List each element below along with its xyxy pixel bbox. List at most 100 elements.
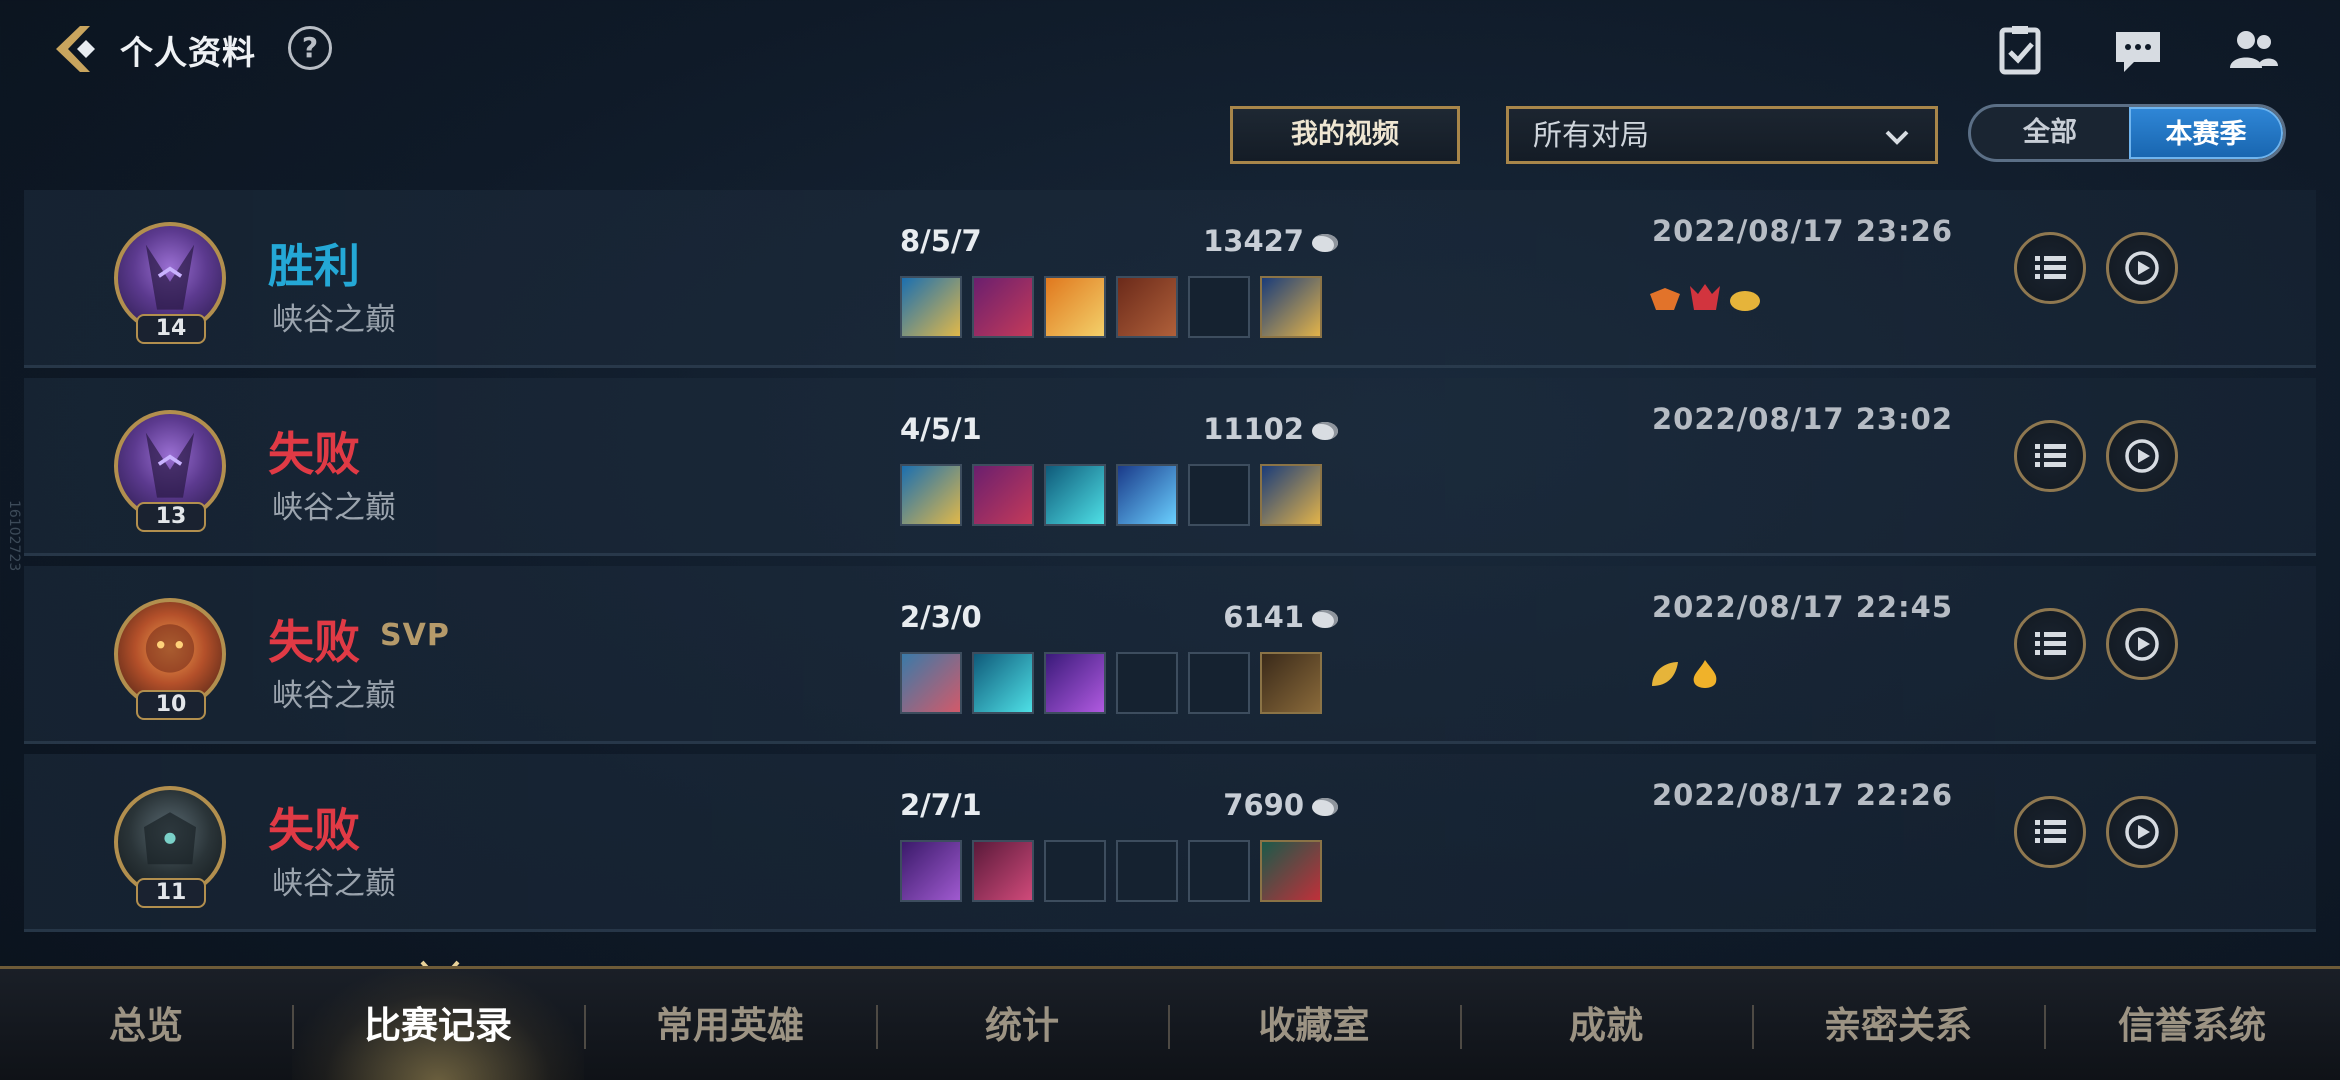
coin-icon [1312, 610, 1338, 628]
item-icon[interactable] [1044, 464, 1106, 526]
item-icon[interactable] [900, 840, 962, 902]
game-mode: 峡谷之巅 [272, 490, 396, 526]
item-icon[interactable] [972, 652, 1034, 714]
gold-value: 7690 [1223, 788, 1304, 822]
gold-value: 6141 [1223, 600, 1304, 634]
help-icon[interactable]: ? [288, 26, 332, 70]
match-result: 失败 [268, 803, 360, 857]
segment-all[interactable]: 全部 [1971, 107, 2129, 159]
replay-button[interactable] [2106, 796, 2178, 868]
item-icon[interactable] [1116, 276, 1178, 338]
gold-value: 11102 [1203, 412, 1304, 446]
kda-score: 8/5/7 [900, 224, 982, 258]
tab-common-heroes[interactable]: 常用英雄 [584, 969, 876, 1080]
tab-match-history[interactable]: 比赛记录 [292, 969, 584, 1080]
trinket-icon[interactable] [1260, 276, 1322, 338]
side-id-text: 16102723 [6, 500, 22, 572]
match-row[interactable]: 13 失败 峡谷之巅 4/5/1 11102 2022/08/17 23:02 [24, 378, 2316, 556]
match-list: 14 胜利 峡谷之巅 8/5/7 13427 2022/08/17 23:26 [24, 190, 2316, 932]
game-mode: 峡谷之巅 [272, 678, 396, 714]
empty-item-slot [1188, 276, 1250, 338]
item-icon[interactable] [1044, 652, 1106, 714]
game-mode: 峡谷之巅 [272, 866, 396, 902]
checklist-icon[interactable] [1992, 22, 2048, 78]
match-filter-select[interactable]: 所有对局 [1506, 106, 1938, 164]
hero-level-badge: 14 [136, 314, 206, 344]
kda-score: 2/7/1 [900, 788, 982, 822]
tab-overview[interactable]: 总览 [0, 969, 292, 1080]
list-icon [2035, 256, 2066, 279]
kda-score: 2/3/0 [900, 600, 982, 634]
gold-earned: 7690 [1158, 788, 1338, 822]
replay-icon [2125, 439, 2159, 473]
match-datetime: 2022/08/17 23:26 [1652, 214, 1954, 248]
back-arrow-icon[interactable] [46, 18, 108, 80]
replay-button[interactable] [2106, 420, 2178, 492]
tab-relationships[interactable]: 亲密关系 [1752, 969, 2044, 1080]
list-icon [2035, 444, 2066, 467]
item-icon[interactable] [900, 464, 962, 526]
match-details-button[interactable] [2014, 608, 2086, 680]
replay-button[interactable] [2106, 608, 2178, 680]
demon-badge-icon [1690, 284, 1720, 310]
tab-collection[interactable]: 收藏室 [1168, 969, 1460, 1080]
trinket-icon[interactable] [1260, 464, 1322, 526]
empty-item-slot [1116, 652, 1178, 714]
item-icon[interactable] [900, 652, 962, 714]
replay-icon [2125, 627, 2159, 661]
my-videos-button[interactable]: 我的视频 [1230, 106, 1460, 164]
gold-earned: 11102 [1158, 412, 1338, 446]
triple-kill-badge-icon [1650, 288, 1680, 310]
item-icon[interactable] [972, 276, 1034, 338]
game-mode: 峡谷之巅 [272, 302, 396, 338]
match-details-button[interactable] [2014, 232, 2086, 304]
empty-item-slot [1044, 840, 1106, 902]
match-row[interactable]: 11 失败 峡谷之巅 2/7/1 7690 2022/08/17 22:26 [24, 754, 2316, 932]
gold-earned: 6141 [1158, 600, 1338, 634]
item-icon[interactable] [1116, 464, 1178, 526]
match-row[interactable]: 10 失败 SVP 峡谷之巅 2/3/0 6141 2022/08/17 22:… [24, 566, 2316, 744]
match-datetime: 2022/08/17 22:26 [1652, 778, 1954, 812]
replay-button[interactable] [2106, 232, 2178, 304]
friends-icon[interactable] [2226, 22, 2282, 78]
item-icon[interactable] [900, 276, 962, 338]
replay-icon [2125, 251, 2159, 285]
top-bar: 个人资料 ? [0, 0, 2340, 100]
gold-value: 13427 [1203, 224, 1304, 258]
flame-badge-icon [1693, 660, 1717, 688]
match-details-button[interactable] [2014, 420, 2086, 492]
empty-item-slot [1188, 840, 1250, 902]
empty-item-slot [1116, 840, 1178, 902]
item-icon[interactable] [1044, 276, 1106, 338]
bottom-nav: 总览 比赛记录 常用英雄 统计 收藏室 成就 亲密关系 信誉系统 [0, 966, 2340, 1080]
item-icon[interactable] [972, 464, 1034, 526]
coin-icon [1312, 798, 1338, 816]
match-details-button[interactable] [2014, 796, 2086, 868]
gold-earned: 13427 [1158, 224, 1338, 258]
empty-item-slot [1188, 464, 1250, 526]
match-filter-value: 所有对局 [1533, 118, 1650, 152]
gold-badge-icon [1730, 291, 1760, 311]
tab-honor-system[interactable]: 信誉系统 [2044, 969, 2340, 1080]
segment-season[interactable]: 本赛季 [2129, 107, 2283, 159]
leaf-badge-icon [1652, 662, 1678, 686]
season-segmented-control: 全部 本赛季 [1968, 104, 2286, 162]
kda-score: 4/5/1 [900, 412, 982, 446]
svp-label: SVP [380, 618, 450, 653]
coin-icon [1312, 234, 1338, 252]
coin-icon [1312, 422, 1338, 440]
replay-icon [2125, 815, 2159, 849]
hero-level-badge: 11 [136, 878, 206, 908]
boots-icon[interactable] [1260, 840, 1322, 902]
item-icon[interactable] [972, 840, 1034, 902]
match-row[interactable]: 14 胜利 峡谷之巅 8/5/7 13427 2022/08/17 23:26 [24, 190, 2316, 368]
page-title: 个人资料 [120, 33, 256, 72]
match-result: 失败 [268, 427, 360, 481]
match-result: 失败 [268, 615, 360, 669]
boots-icon[interactable] [1260, 652, 1322, 714]
tab-statistics[interactable]: 统计 [876, 969, 1168, 1080]
chat-icon[interactable] [2110, 22, 2166, 78]
hero-level-badge: 10 [136, 690, 206, 720]
match-result: 胜利 [268, 239, 360, 293]
tab-achievements[interactable]: 成就 [1460, 969, 1752, 1080]
